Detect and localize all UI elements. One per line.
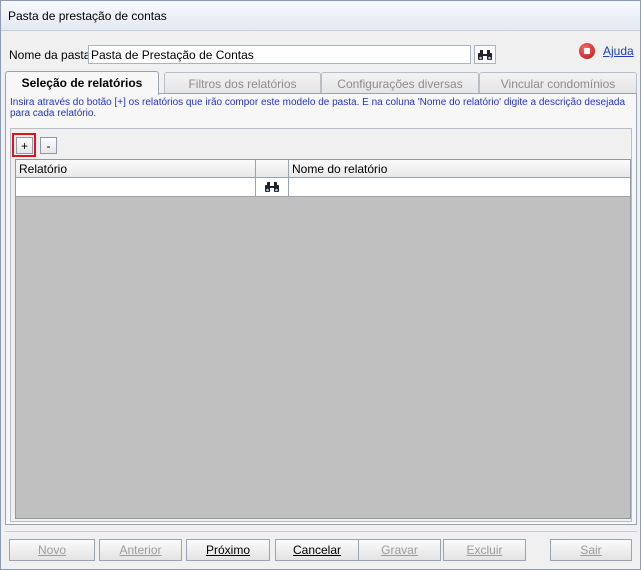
next-button[interactable]: Próximo [186, 539, 270, 561]
delete-button[interactable]: Excluir [443, 539, 526, 561]
folder-name-label: Nome da pasta: [9, 48, 94, 62]
column-report[interactable]: Relatório [16, 160, 256, 178]
grid-header: Relatório Nome do relatório [16, 160, 630, 178]
tab-link-condominiums[interactable]: Vincular condomínios [479, 72, 637, 94]
report-selection-panel: Insira através do botão [+] os relatório… [5, 93, 637, 525]
tab-misc-settings[interactable]: Configurações diversas [321, 72, 479, 94]
save-button[interactable]: Gravar [358, 539, 441, 561]
remove-report-button[interactable]: - [40, 137, 57, 154]
tab-bar: Seleção de relatórios Filtros dos relató… [5, 71, 637, 95]
report-name-cell[interactable] [289, 178, 630, 196]
cancel-button[interactable]: Cancelar [275, 539, 359, 561]
help-link-group[interactable]: Ajuda [579, 43, 634, 59]
footer-button-bar: Novo Anterior Próximo Cancelar Gravar Ex… [5, 531, 637, 565]
folder-search-button[interactable] [474, 45, 496, 64]
help-link[interactable]: Ajuda [603, 44, 634, 58]
column-search [256, 160, 289, 178]
binoculars-icon [478, 49, 492, 60]
folder-name-input[interactable] [88, 45, 471, 64]
instruction-text: Insira através do botão [+] os relatório… [10, 97, 626, 119]
binoculars-icon [265, 182, 279, 192]
report-search-button[interactable] [256, 178, 289, 196]
window-title: Pasta de prestação de contas [1, 1, 640, 31]
previous-button[interactable]: Anterior [99, 539, 182, 561]
dialog-window: Pasta de prestação de contas Nome da pas… [0, 0, 641, 570]
help-record-icon[interactable] [579, 43, 595, 59]
table-row[interactable] [16, 178, 630, 197]
add-report-button[interactable]: + [16, 137, 33, 154]
tab-report-selection[interactable]: Seleção de relatórios [5, 71, 159, 95]
reports-grid: Relatório Nome do relatório [15, 159, 631, 519]
tab-report-filters[interactable]: Filtros dos relatórios [164, 72, 321, 94]
exit-button[interactable]: Sair [550, 539, 632, 561]
reports-area: + - Relatório Nome do relatório [10, 128, 632, 522]
report-cell[interactable] [16, 178, 256, 196]
new-button[interactable]: Novo [9, 539, 95, 561]
column-report-name[interactable]: Nome do relatório [289, 160, 630, 178]
